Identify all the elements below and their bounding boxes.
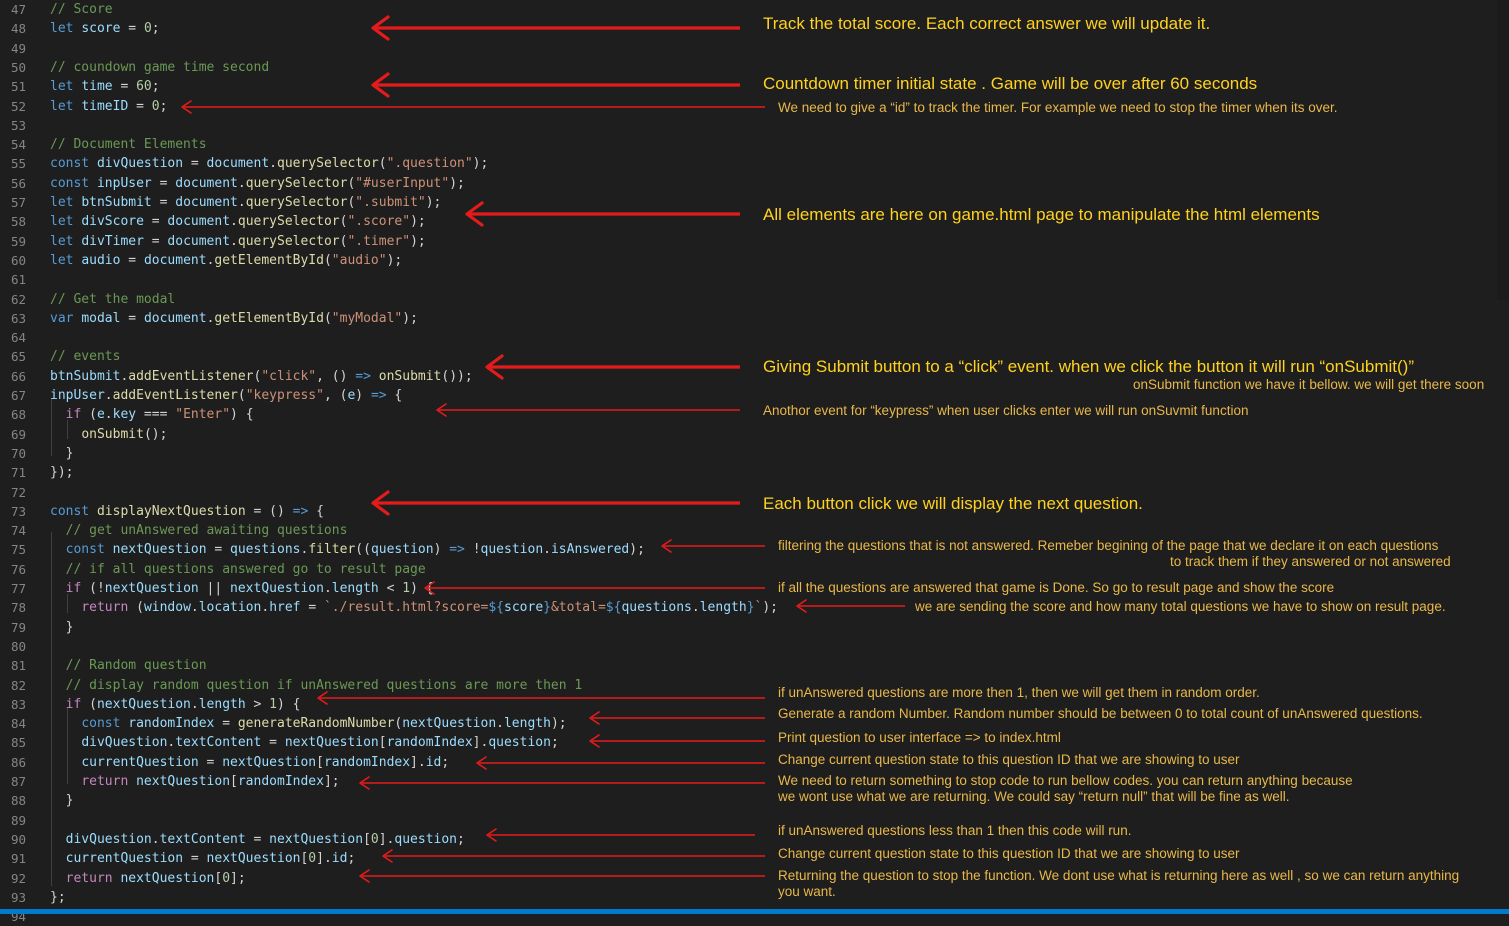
annotation-arrow	[661, 539, 765, 553]
status-bar	[0, 909, 1509, 914]
annotation-arrow	[589, 734, 765, 748]
annotation-state2: Change current question state to this qu…	[778, 846, 1240, 861]
annotation-filter2: to track them if they answered or not an…	[1170, 554, 1451, 569]
annotation-arrow	[485, 354, 740, 380]
annotation-state1: Change current question state to this qu…	[778, 752, 1240, 767]
annotation-arrow	[359, 776, 765, 790]
minimap-strip[interactable]	[1497, 0, 1509, 300]
annotation-arrow	[317, 691, 765, 705]
annotation-arrow	[436, 403, 740, 417]
code-editor[interactable]: 47 48 49 50 51 52 53 54 55 56 57 58 59 60 61 62 63 64 65 66…	[0, 0, 1509, 924]
annotation-arrow	[589, 711, 765, 725]
annotation-print: Print question to user interface => to i…	[778, 730, 1061, 745]
annotation-ret1: We need to return something to stop code…	[778, 773, 1353, 788]
annotation-arrow	[181, 100, 765, 114]
annotation-display: Each button click we will display the ne…	[763, 494, 1143, 513]
annotation-arrow	[424, 581, 765, 595]
annotation-click: Giving Submit button to a “click” event.…	[763, 357, 1414, 376]
annotation-score: Track the total score. Each correct answ…	[763, 14, 1211, 33]
annotation-click2: onSubmit function we have it bellow. we …	[1133, 377, 1485, 392]
annotation-arrow	[371, 15, 740, 41]
annotation-arrow	[371, 490, 740, 516]
annotation-arrow	[382, 849, 765, 863]
annotation-gen: Generate a random Number. Random number …	[778, 706, 1423, 721]
annotation-elements: All elements are here on game.html page …	[763, 205, 1320, 224]
annotation-arrow	[465, 201, 740, 227]
annotation-send: we are sending the score and how many to…	[915, 599, 1446, 614]
annotation-ret3: Returning the question to stop the funct…	[778, 868, 1460, 883]
annotation-arrow	[796, 599, 905, 613]
annotation-keypress: Anothor event for “keypress” when user c…	[763, 403, 1249, 418]
annotation-arrow	[486, 828, 755, 842]
annotation-timeid: We need to give a “id” to track the time…	[778, 100, 1338, 115]
annotation-arrow	[359, 869, 765, 883]
annotation-filter1: filtering the questions that is not answ…	[778, 538, 1439, 553]
annotation-ret4: you want.	[778, 884, 836, 899]
annotation-arrow	[371, 72, 740, 98]
annotation-ret2: we wont use what we are returning. We co…	[778, 789, 1290, 804]
annotation-done: if all the questions are answered that g…	[778, 580, 1335, 595]
annotation-random: if unAnswered questions are more then 1,…	[778, 685, 1260, 700]
annotation-less: if unAnswered questions less than 1 then…	[778, 823, 1132, 838]
annotation-arrow	[476, 756, 765, 770]
annotation-timer: Countdown timer initial state . Game wil…	[763, 74, 1258, 93]
